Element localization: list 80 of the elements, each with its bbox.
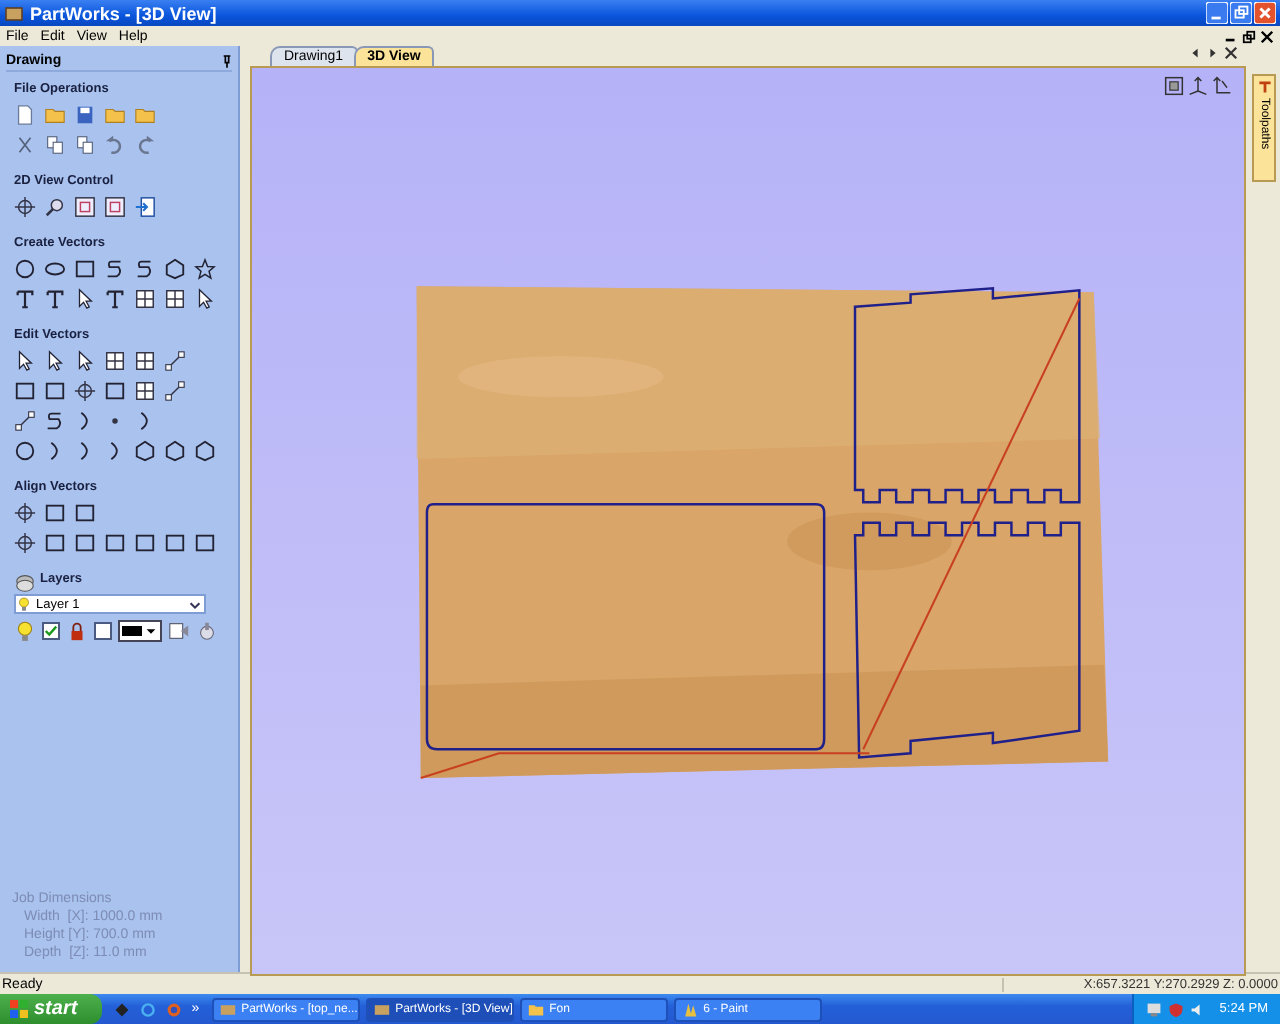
- rect-icon[interactable]: [44, 380, 66, 402]
- grid-icon[interactable]: [104, 350, 126, 372]
- curve-icon[interactable]: [134, 258, 156, 280]
- rect-icon[interactable]: [14, 380, 36, 402]
- layer-settings-icon[interactable]: [168, 620, 190, 642]
- doc-icon[interactable]: [14, 104, 36, 126]
- hexagon-icon[interactable]: [164, 440, 186, 462]
- close-icon[interactable]: [1260, 29, 1274, 43]
- axes-icon[interactable]: [1188, 76, 1208, 96]
- window-icon: [373, 1001, 390, 1017]
- pointer-icon[interactable]: [74, 288, 96, 310]
- restore-icon[interactable]: [1242, 29, 1256, 43]
- node-icon[interactable]: [164, 350, 186, 372]
- rect-icon[interactable]: [74, 532, 96, 554]
- close-icon[interactable]: [1224, 46, 1238, 60]
- redo-icon[interactable]: [134, 134, 156, 156]
- text-icon[interactable]: [14, 288, 36, 310]
- crosshair-icon[interactable]: [14, 196, 36, 218]
- exit-icon[interactable]: [134, 196, 156, 218]
- color-picker[interactable]: [118, 620, 162, 642]
- text-icon[interactable]: [104, 288, 126, 310]
- visible-checkbox[interactable]: [42, 622, 60, 640]
- tool-icon: [1257, 80, 1271, 94]
- curve-icon[interactable]: [104, 258, 126, 280]
- grid-icon[interactable]: [134, 380, 156, 402]
- window-title: PartWorks - [3D View]: [30, 3, 217, 23]
- crosshair-icon[interactable]: [14, 502, 36, 524]
- rect-icon[interactable]: [104, 532, 126, 554]
- grid-icon[interactable]: [134, 288, 156, 310]
- copy-icon[interactable]: [74, 134, 96, 156]
- crosshair-icon[interactable]: [14, 532, 36, 554]
- rect-icon[interactable]: [44, 532, 66, 554]
- padlock-icon[interactable]: [66, 620, 88, 642]
- node-icon[interactable]: [14, 410, 36, 432]
- paintbrush-icon: [681, 1001, 698, 1017]
- hexagon-icon[interactable]: [134, 440, 156, 462]
- circle-icon[interactable]: [14, 258, 36, 280]
- rect-icon[interactable]: [134, 532, 156, 554]
- frame-icon[interactable]: [74, 196, 96, 218]
- star-icon[interactable]: [194, 258, 216, 280]
- zoom-extents-icon[interactable]: [1164, 76, 1184, 96]
- flag-icon: [10, 1000, 28, 1018]
- layers-icon: [14, 572, 36, 594]
- rect-icon[interactable]: [104, 380, 126, 402]
- circle-icon[interactable]: [14, 440, 36, 462]
- ellipse-icon[interactable]: [44, 258, 66, 280]
- network-icon[interactable]: [1145, 1001, 1162, 1017]
- pin-icon[interactable]: [222, 53, 232, 67]
- hexagon-icon[interactable]: [194, 440, 216, 462]
- lock-checkbox[interactable]: [94, 622, 112, 640]
- lightbulb-icon: [18, 596, 30, 612]
- zoom-icon[interactable]: [44, 196, 66, 218]
- rect-icon[interactable]: [74, 258, 96, 280]
- grid-icon[interactable]: [164, 288, 186, 310]
- pointer-icon[interactable]: [44, 350, 66, 372]
- folder-icon: [527, 1001, 544, 1017]
- copy-icon[interactable]: [44, 134, 66, 156]
- rect-icon[interactable]: [164, 532, 186, 554]
- grid-icon[interactable]: [134, 350, 156, 372]
- rect-icon[interactable]: [194, 532, 216, 554]
- crosshair-icon[interactable]: [74, 380, 96, 402]
- axes-icon[interactable]: [1212, 76, 1232, 96]
- hexagon-icon[interactable]: [164, 258, 186, 280]
- pointer-icon[interactable]: [194, 288, 216, 310]
- cut-icon[interactable]: [14, 134, 36, 156]
- save-icon[interactable]: [74, 104, 96, 126]
- rect-icon[interactable]: [44, 502, 66, 524]
- speaker-icon[interactable]: [1189, 1001, 1206, 1017]
- text-icon[interactable]: [44, 288, 66, 310]
- window-icon: [219, 1001, 236, 1017]
- pointer-icon[interactable]: [74, 350, 96, 372]
- app-icon: [4, 3, 24, 23]
- frame-icon[interactable]: [104, 196, 126, 218]
- node-icon[interactable]: [164, 380, 186, 402]
- caret-icon: [144, 624, 158, 638]
- diamond-icon[interactable]: [113, 1001, 130, 1017]
- rect-icon[interactable]: [74, 502, 96, 524]
- curve-icon[interactable]: [44, 410, 66, 432]
- undo-icon[interactable]: [104, 134, 126, 156]
- pointer-icon[interactable]: [14, 350, 36, 372]
